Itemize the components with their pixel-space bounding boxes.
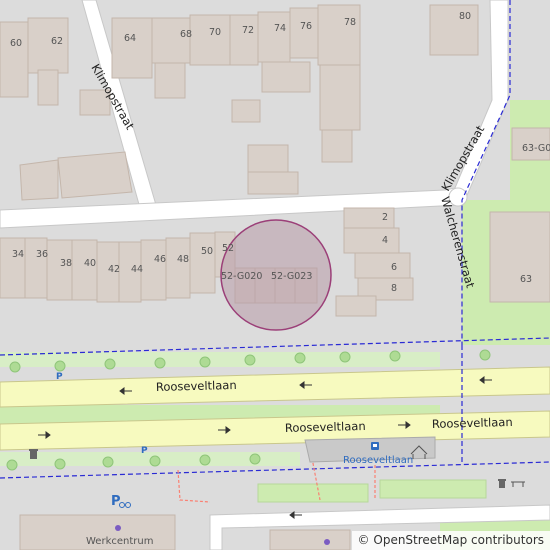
house-number: 60 [10,38,22,49]
map-canvas[interactable]: 60 62 64 68 70 72 74 76 78 80 34 36 38 4… [0,0,550,550]
poi-dot-icon [324,539,330,545]
house-number: 2 [382,212,388,223]
house-number: 80 [459,11,471,22]
house-number: 6 [391,262,397,273]
house-number: 40 [84,258,96,269]
unit-label: 52-G020 [221,271,262,282]
waste-basket-icon [29,449,38,459]
house-number: 52 [222,243,234,254]
waste-basket-icon [498,479,506,488]
street-label-rooseveltlaan-south: Rooseveltlaan [285,419,366,435]
house-number: 34 [12,249,24,260]
house-number: 78 [344,17,356,28]
house-number: 8 [391,283,397,294]
attribution-link[interactable]: OpenStreetMap contributors [373,533,544,547]
house-number: 42 [108,264,120,275]
street-label-rooseveltlaan-east: Rooseveltlaan [432,415,513,431]
house-number: 44 [131,264,143,275]
house-number: 74 [274,23,286,34]
house-number: 4 [382,235,388,246]
house-number: 70 [209,27,221,38]
house-number: 63 [520,274,532,285]
copyright-symbol: © [357,533,370,547]
attribution: © OpenStreetMap contributors [351,531,550,550]
house-number: 62 [51,36,63,47]
house-number: 46 [154,254,166,265]
house-number: 64 [124,33,136,44]
house-number: 48 [177,254,189,265]
werkcentrum-icon [115,525,121,531]
parking-icon: P [141,446,148,456]
house-number: 63-G0 [522,143,550,154]
house-number: 50 [201,246,213,257]
svg-text:P: P [111,494,121,509]
unit-label: 52-G023 [271,271,312,282]
house-number: 76 [300,21,312,32]
werkcentrum-label: Werkcentrum [86,536,153,547]
house-number: 72 [242,25,254,36]
house-number: 38 [60,258,72,269]
street-label-rooseveltlaan-north: Rooseveltlaan [156,378,237,394]
parking-icon: P [56,372,63,382]
bus-stop-label: Rooseveltlaan [343,455,413,466]
house-number: 36 [36,249,48,260]
bus-stop-icon [371,442,379,450]
house-number: 68 [180,29,192,40]
